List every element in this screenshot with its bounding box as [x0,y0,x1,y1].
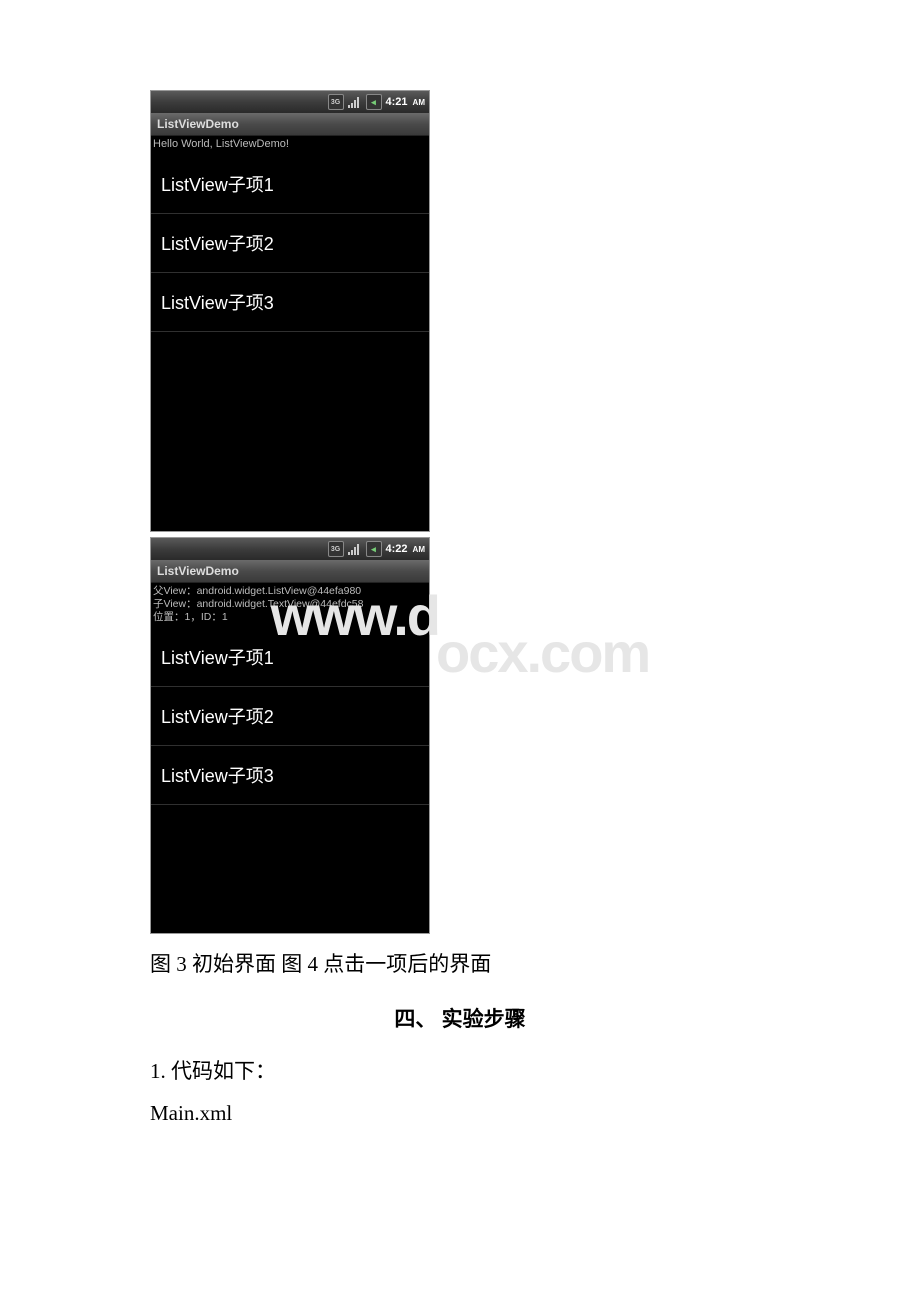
list-item[interactable]: ListView子项2 [151,214,429,273]
signal-bars-icon [348,96,362,108]
list-item[interactable]: ListView子项3 [151,746,429,805]
position-id-line: 位置：1，ID：1 [153,611,228,623]
clock-time: 4:22 [386,543,408,555]
clock-time: 4:21 [386,96,408,108]
section-heading: 四、 实验步骤 [150,1003,770,1033]
screenshot-2: 3G ◂ 4:22 AM ListViewDemo 父View：android.w… [150,537,430,934]
app-title: ListViewDemo [157,564,239,578]
list-item[interactable]: ListView子项3 [151,273,429,332]
parent-view-line: 父View：android.widget.ListView@44efa980 [153,585,361,597]
click-info-text: 父View：android.widget.ListView@44efa980 子… [151,583,429,628]
filename-text: Main.xml [150,1101,770,1126]
clock-ampm: AM [413,545,425,554]
status-bar: 3G ◂ 4:21 AM [151,91,429,113]
figure-caption: 图 3 初始界面 图 4 点击一项后的界面 [150,948,770,978]
app-title-bar: ListViewDemo [151,113,429,136]
status-bar: 3G ◂ 4:22 AM [151,538,429,560]
child-view-line: 子View：android.widget.TextView@44efdc58 [153,598,363,610]
screenshot-1: 3G ◂ 4:21 AM ListViewDemo Hello World, Li… [150,90,430,532]
watermark-text: ocx.com [436,620,649,685]
signal-bars-icon [348,543,362,555]
step-1-text: 1. 代码如下： [150,1055,770,1085]
clock-ampm: AM [413,98,425,107]
battery-icon: ◂ [366,94,382,110]
app-title-bar: ListViewDemo [151,560,429,583]
list-item[interactable]: ListView子项2 [151,687,429,746]
network-3g-icon: 3G [328,541,344,557]
app-title: ListViewDemo [157,117,239,131]
hello-text: Hello World, ListViewDemo! [151,136,429,155]
battery-icon: ◂ [366,541,382,557]
network-3g-icon: 3G [328,94,344,110]
list-item[interactable]: ListView子项1 [151,628,429,687]
list-item[interactable]: ListView子项1 [151,155,429,214]
